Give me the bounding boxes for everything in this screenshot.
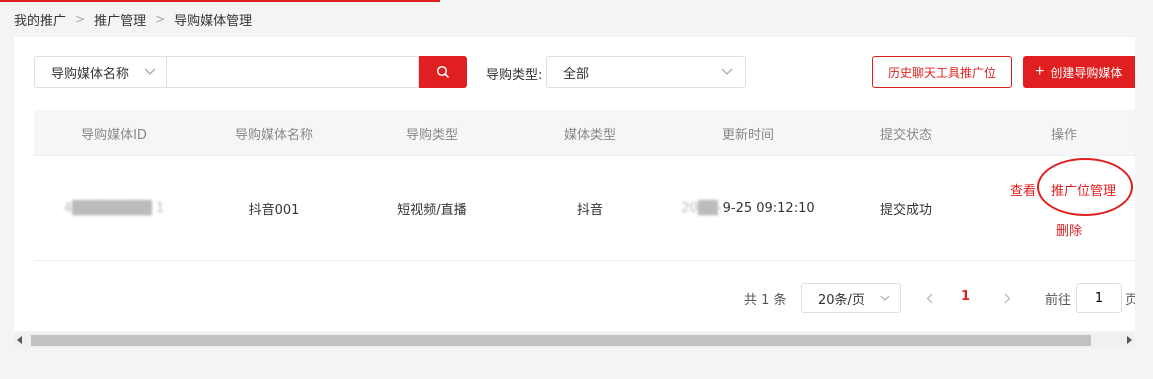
- create-media-button[interactable]: + 创建导购媒体: [1023, 56, 1135, 88]
- top-accent-line: [0, 0, 1153, 2]
- cell-status: 提交成功: [879, 203, 933, 218]
- delete-link[interactable]: 删除: [1056, 220, 1082, 239]
- guide-type-label: 导购类型:: [486, 68, 543, 83]
- goto-label: 前往: [1045, 293, 1072, 308]
- chevron-right-icon: [1004, 293, 1010, 303]
- column-header-actions: 操作: [1050, 127, 1078, 143]
- history-chat-slots-button[interactable]: 历史聊天工具推广位: [872, 56, 1012, 88]
- column-header-updated-time: 更新时间: [721, 127, 775, 143]
- goto-suffix: 页: [1125, 293, 1135, 308]
- guide-type-value: 全部: [563, 66, 590, 82]
- search-field-select[interactable]: 导购媒体名称: [34, 56, 166, 88]
- chevron-down-icon: [144, 68, 156, 75]
- search-field-select-value: 导购媒体名称: [51, 66, 130, 82]
- column-header-guide-type: 导购类型: [405, 127, 459, 143]
- create-media-label: 创建导购媒体: [1050, 65, 1123, 80]
- column-header-name: 导购媒体名称: [234, 127, 314, 143]
- view-link[interactable]: 查看: [1010, 180, 1036, 199]
- highlight-annotation-circle: [1037, 158, 1133, 216]
- breadcrumb-item-promotion-management[interactable]: 推广管理: [94, 10, 146, 29]
- updated-time-visible: 9-25 09:12:10: [722, 201, 815, 216]
- cell-media-name: 抖音001: [248, 203, 300, 218]
- page-size-select[interactable]: 20条/页: [801, 283, 901, 313]
- cell-media-id: 4████████ 1: [63, 201, 165, 216]
- scroll-left-icon[interactable]: [17, 336, 22, 344]
- scroll-right-icon[interactable]: [1127, 336, 1132, 344]
- chevron-down-icon: [880, 295, 890, 301]
- search-input[interactable]: [166, 56, 419, 88]
- search-button[interactable]: [419, 56, 467, 88]
- prev-page-button[interactable]: [922, 289, 936, 307]
- cell-media-type: 抖音: [576, 203, 604, 218]
- page-number-current[interactable]: 1: [961, 289, 970, 304]
- cell-guide-type: 短视频/直播: [397, 203, 467, 218]
- table-row: 4████████ 1 抖音001 短视频/直播 抖音 20██- 9-25 09…: [34, 156, 1135, 261]
- breadcrumb-item-my-promotion[interactable]: 我的推广: [14, 10, 66, 29]
- goto-page-input[interactable]: [1076, 283, 1122, 313]
- updated-time-redacted: 20██-: [681, 201, 723, 216]
- pagination-total: 共 1 条: [744, 293, 787, 308]
- breadcrumb-item-media-management: 导购媒体管理: [174, 13, 253, 29]
- breadcrumb-separator-icon: >: [75, 12, 86, 26]
- scrollbar-thumb[interactable]: [31, 335, 1091, 346]
- horizontal-scrollbar[interactable]: [14, 333, 1135, 348]
- search-icon: [436, 65, 450, 79]
- next-page-button[interactable]: [1000, 289, 1014, 307]
- column-header-id: 导购媒体ID: [81, 127, 147, 143]
- breadcrumb: 我的推广 > 推广管理 > 导购媒体管理: [14, 10, 253, 29]
- cell-updated-time: 20██- 9-25 09:12:10: [681, 156, 814, 261]
- guide-type-select[interactable]: 全部: [546, 56, 746, 88]
- chevron-down-icon: [721, 68, 733, 75]
- breadcrumb-separator-icon: >: [155, 12, 166, 26]
- column-header-media-type: 媒体类型: [563, 127, 617, 143]
- main-card: 导购媒体名称 导购类型: 全部 历史聊天工具推广位 + 创建导购媒体 导购媒体I…: [14, 37, 1135, 331]
- search-group: 导购媒体名称: [34, 56, 467, 88]
- chevron-left-icon: [926, 293, 932, 303]
- table-header: 导购媒体ID 导购媒体名称 导购类型 媒体类型 更新时间 提交状态 操作: [34, 110, 1135, 156]
- column-header-status: 提交状态: [879, 127, 933, 143]
- page-size-value: 20条/页: [818, 292, 865, 308]
- plus-icon: +: [1035, 63, 1045, 80]
